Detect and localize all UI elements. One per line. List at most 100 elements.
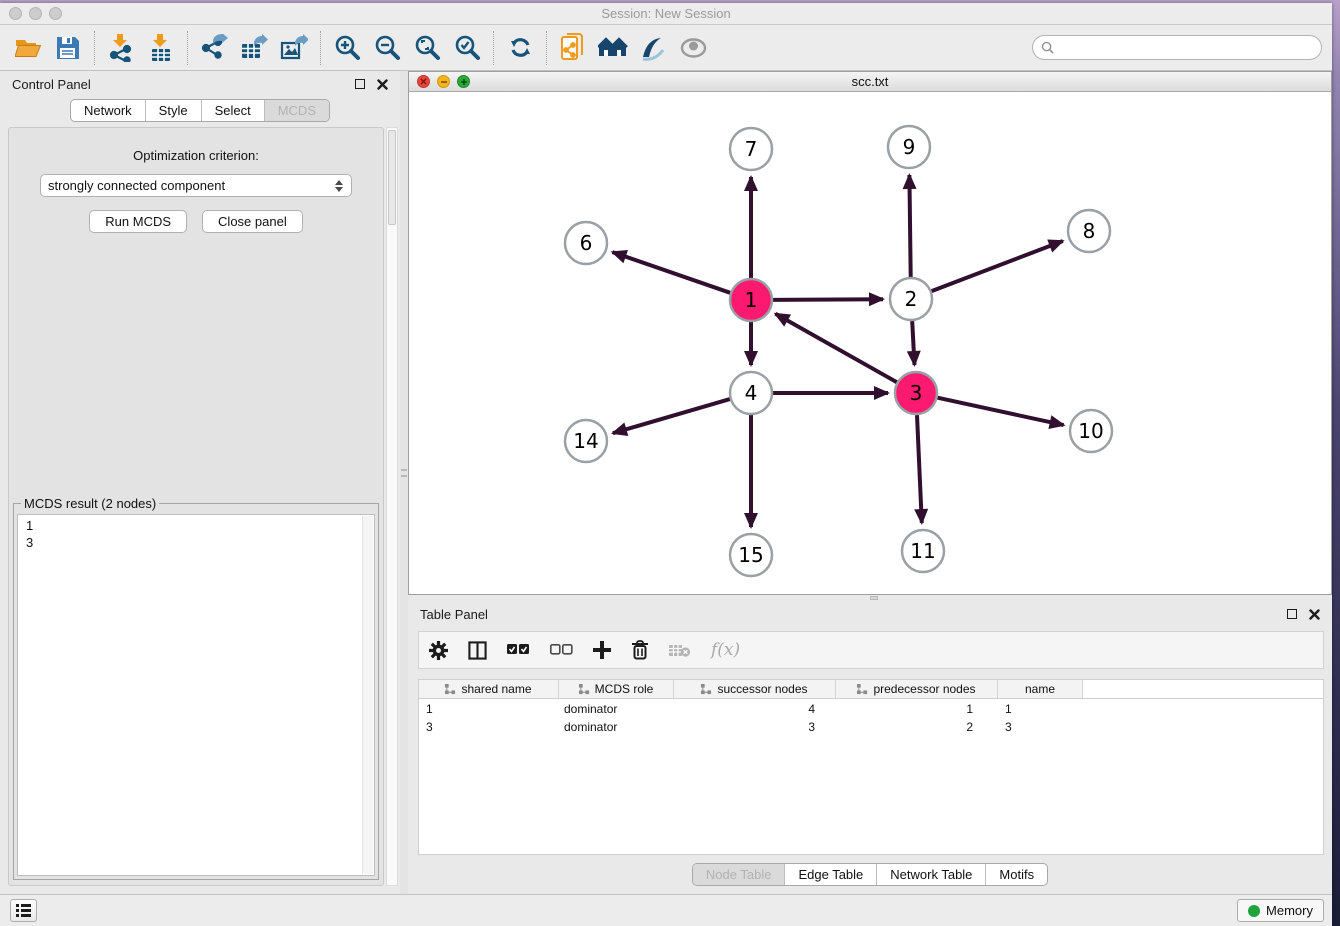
save-session-button[interactable] <box>48 30 88 66</box>
edge-3-11[interactable] <box>917 415 922 523</box>
close-panel-icon[interactable] <box>377 79 388 90</box>
tab-network-table[interactable]: Network Table <box>876 864 985 885</box>
node-2[interactable]: 2 <box>890 278 932 320</box>
node-7[interactable]: 7 <box>730 128 772 170</box>
cell-predecessor-nodes[interactable]: 1 <box>836 702 998 716</box>
zoom-fit-button[interactable] <box>407 30 447 66</box>
result-scrollbar[interactable] <box>362 516 373 874</box>
node-3[interactable]: 3 <box>895 372 937 414</box>
cell-predecessor-nodes[interactable]: 2 <box>836 720 998 734</box>
zoom-out-button[interactable] <box>367 30 407 66</box>
close-panel-button[interactable]: Close panel <box>202 210 303 233</box>
node-11[interactable]: 11 <box>902 530 944 572</box>
select-all-columns-icon[interactable] <box>507 644 530 656</box>
network-minimize-button[interactable] <box>437 75 450 88</box>
control-panel-scrollbar[interactable] <box>386 127 398 886</box>
tab-network[interactable]: Network <box>71 100 145 121</box>
criterion-dropdown-value: strongly connected component <box>48 178 335 193</box>
run-mcds-button[interactable]: Run MCDS <box>89 210 187 233</box>
import-network-button[interactable] <box>101 30 141 66</box>
tab-edge-table[interactable]: Edge Table <box>784 864 876 885</box>
close-panel-icon[interactable] <box>1309 609 1320 620</box>
column-header-mcds-role[interactable]: MCDS role <box>559 680 674 698</box>
app-window: Session: New Session <box>0 3 1332 926</box>
cell-mcds-role[interactable]: dominator <box>559 720 674 734</box>
open-session-button[interactable] <box>8 30 48 66</box>
mcds-result-box[interactable]: 1 3 <box>17 514 375 876</box>
edge-2-3[interactable] <box>912 321 914 365</box>
zoom-selected-button[interactable] <box>447 30 487 66</box>
cell-shared-name[interactable]: 3 <box>419 720 559 734</box>
export-network-button[interactable] <box>194 30 234 66</box>
node-label: 15 <box>738 543 763 567</box>
table-row[interactable]: 3 dominator 3 2 3 <box>419 719 1323 735</box>
cell-name[interactable]: 3 <box>998 720 1083 734</box>
delete-table-icon-disabled <box>669 643 691 658</box>
export-image-button[interactable] <box>274 30 314 66</box>
float-panel-icon[interactable] <box>1287 609 1297 619</box>
refresh-button[interactable] <box>500 30 540 66</box>
float-panel-icon[interactable] <box>355 79 365 89</box>
criterion-dropdown[interactable]: strongly connected component <box>40 174 352 197</box>
network-graph[interactable]: 7 9 6 8 1 2 4 3 14 10 15 11 <box>409 92 1331 594</box>
edge-1-2[interactable] <box>773 299 883 300</box>
node-1[interactable]: 1 <box>730 279 772 321</box>
search-box[interactable] <box>1032 35 1322 60</box>
tab-motifs[interactable]: Motifs <box>985 864 1047 885</box>
unselect-all-columns-icon[interactable] <box>550 644 573 656</box>
export-table-button[interactable] <box>234 30 274 66</box>
node-table[interactable]: shared name MCDS role successor nodes <box>418 679 1324 855</box>
home-networks-button[interactable] <box>593 30 633 66</box>
zoom-in-button[interactable] <box>327 30 367 66</box>
edge-2-8[interactable] <box>932 241 1063 291</box>
cell-successor-nodes[interactable]: 3 <box>674 720 836 734</box>
scrollbar-thumb[interactable] <box>388 130 396 225</box>
tab-mcds[interactable]: MCDS <box>264 100 329 121</box>
style-paint-button[interactable] <box>633 30 673 66</box>
node-6[interactable]: 6 <box>565 222 607 264</box>
splitter-handle[interactable] <box>870 596 878 600</box>
column-header-successor-nodes[interactable]: successor nodes <box>674 680 836 698</box>
node-15[interactable]: 15 <box>730 534 772 576</box>
edge-3-1[interactable] <box>775 314 896 383</box>
right-area: scc.txt 7968124314101511 <box>408 71 1332 894</box>
search-input[interactable] <box>1054 38 1321 58</box>
cell-mcds-role[interactable]: dominator <box>559 702 674 716</box>
column-view-icon[interactable] <box>468 641 487 660</box>
tab-style[interactable]: Style <box>145 100 201 121</box>
task-history-button[interactable] <box>10 899 37 922</box>
mcds-panel: Optimization criterion: strongly connect… <box>8 127 384 886</box>
delete-column-trash-icon[interactable] <box>631 640 649 660</box>
network-close-button[interactable] <box>417 75 430 88</box>
edge-1-6[interactable] <box>613 252 731 293</box>
memory-button[interactable]: Memory <box>1237 899 1324 922</box>
column-header-shared-name[interactable]: shared name <box>419 680 559 698</box>
create-column-plus-icon[interactable] <box>593 641 611 659</box>
node-8[interactable]: 8 <box>1068 210 1110 252</box>
edge-3-10[interactable] <box>938 398 1064 425</box>
cell-shared-name[interactable]: 1 <box>419 702 559 716</box>
graphics-details-button[interactable] <box>673 30 713 66</box>
table-settings-gear-icon[interactable] <box>429 641 448 660</box>
node-14[interactable]: 14 <box>565 420 607 462</box>
edge-2-9[interactable] <box>909 175 910 277</box>
column-header-predecessor-nodes[interactable]: predecessor nodes <box>836 680 998 698</box>
network-maximize-button[interactable] <box>457 75 470 88</box>
network-canvas[interactable]: 7 9 6 8 1 2 4 3 14 10 15 11 <box>409 92 1331 594</box>
toolbar-separator <box>187 31 188 65</box>
import-table-button[interactable] <box>141 30 181 66</box>
vertical-splitter[interactable] <box>400 71 408 894</box>
splitter-handle[interactable] <box>401 469 407 477</box>
node-10[interactable]: 10 <box>1070 410 1112 452</box>
cell-successor-nodes[interactable]: 4 <box>674 702 836 716</box>
column-header-name[interactable]: name <box>998 680 1083 698</box>
tab-node-table[interactable]: Node Table <box>693 864 785 885</box>
cell-name[interactable]: 1 <box>998 702 1083 716</box>
tab-select[interactable]: Select <box>201 100 264 121</box>
zoom-fit-icon <box>414 34 441 61</box>
clone-network-button[interactable] <box>553 30 593 66</box>
node-4[interactable]: 4 <box>730 372 772 414</box>
node-9[interactable]: 9 <box>888 126 930 168</box>
table-row[interactable]: 1 dominator 4 1 1 <box>419 701 1323 717</box>
edge-4-14[interactable] <box>613 399 730 433</box>
